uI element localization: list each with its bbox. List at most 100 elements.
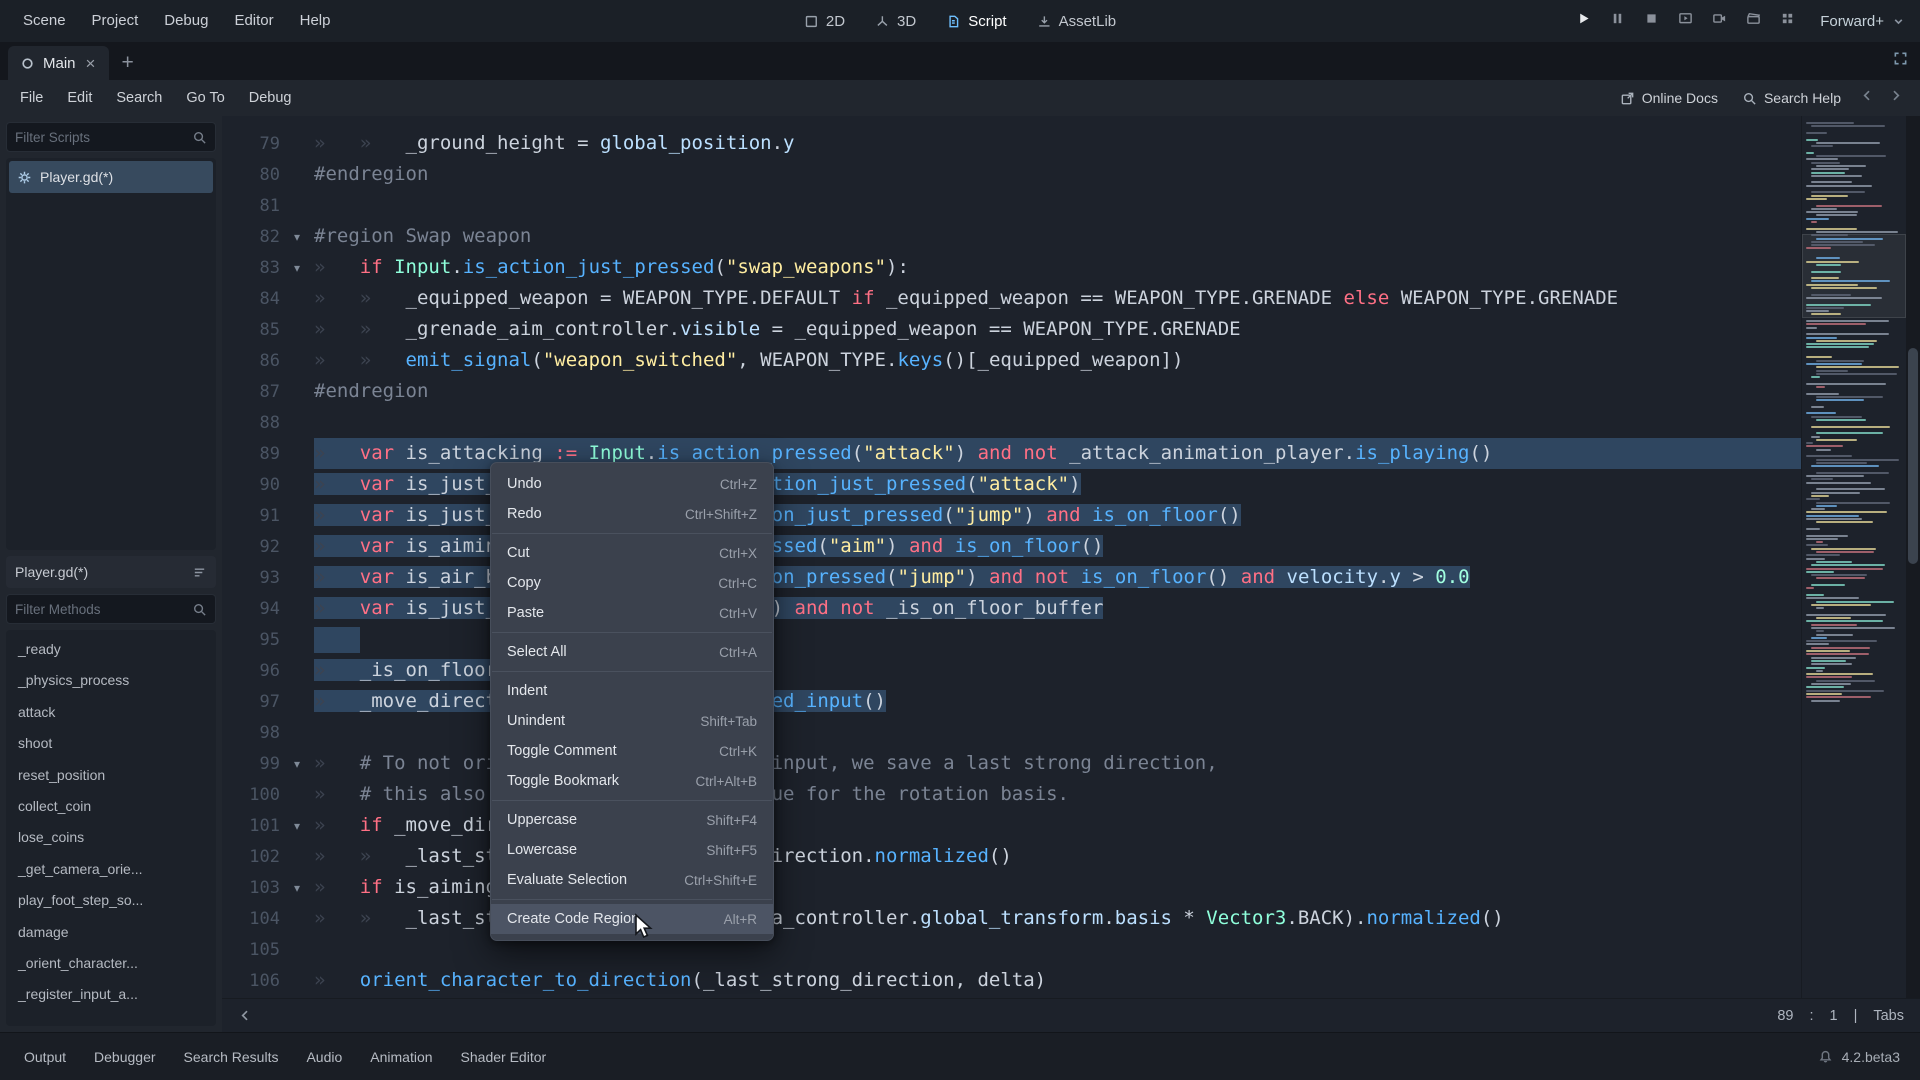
notification-bell-icon[interactable] bbox=[1818, 1049, 1833, 1064]
code-line[interactable]: 79» » _ground_height = global_position.y bbox=[222, 128, 1920, 159]
filter-methods-input[interactable] bbox=[15, 602, 186, 617]
code-line[interactable]: 87#endregion bbox=[222, 376, 1920, 407]
fold-arrow[interactable]: ▾ bbox=[280, 819, 314, 833]
bottom-tab-search-results[interactable]: Search Results bbox=[170, 1033, 293, 1080]
menu-debug[interactable]: Debug bbox=[151, 0, 221, 42]
menu-editor[interactable]: Editor bbox=[221, 0, 286, 42]
workspace-script[interactable]: Script bbox=[934, 0, 1018, 42]
vertical-scrollbar[interactable] bbox=[1906, 116, 1920, 998]
history-forward-button[interactable] bbox=[1882, 84, 1908, 112]
code-line[interactable]: 80#endregion bbox=[222, 159, 1920, 190]
stop-button[interactable] bbox=[1636, 6, 1666, 36]
code-line[interactable]: 105 bbox=[222, 934, 1920, 965]
fold-arrow[interactable]: ▾ bbox=[280, 881, 314, 895]
code-line[interactable]: 88 bbox=[222, 407, 1920, 438]
sort-methods-icon[interactable] bbox=[192, 565, 207, 580]
code-line[interactable]: 98 bbox=[222, 717, 1920, 748]
code-line[interactable]: 81 bbox=[222, 190, 1920, 221]
code-line[interactable]: 90» var is_just_attacking := Input.is_ac… bbox=[222, 469, 1920, 500]
scrollbar-handle[interactable] bbox=[1908, 348, 1918, 564]
menu-file[interactable]: File bbox=[8, 80, 55, 116]
pause-button[interactable] bbox=[1602, 6, 1632, 36]
method-item--register-input-a-[interactable]: _register_input_a... bbox=[8, 979, 214, 1010]
code-line[interactable]: 83▾» if Input.is_action_just_pressed("sw… bbox=[222, 252, 1920, 283]
context-item-lowercase[interactable]: LowercaseShift+F5 bbox=[491, 835, 773, 865]
context-item-indent[interactable]: Indent bbox=[491, 676, 773, 706]
context-item-redo[interactable]: RedoCtrl+Shift+Z bbox=[491, 499, 773, 529]
method-item-reset-position[interactable]: reset_position bbox=[8, 760, 214, 791]
menu-go-to[interactable]: Go To bbox=[174, 80, 236, 116]
menu-debug[interactable]: Debug bbox=[237, 80, 304, 116]
remote-debug-button[interactable] bbox=[1772, 6, 1802, 36]
context-item-toggle-comment[interactable]: Toggle CommentCtrl+K bbox=[491, 736, 773, 766]
context-item-unindent[interactable]: UnindentShift+Tab bbox=[491, 706, 773, 736]
code-line[interactable]: 86» » emit_signal("weapon_switched", WEA… bbox=[222, 345, 1920, 376]
context-item-copy[interactable]: CopyCtrl+C bbox=[491, 568, 773, 598]
chevron-left-icon[interactable] bbox=[238, 1008, 253, 1023]
menu-project[interactable]: Project bbox=[79, 0, 152, 42]
code-line[interactable]: 103▾» if is_aiming: bbox=[222, 872, 1920, 903]
fold-arrow[interactable]: ▾ bbox=[280, 757, 314, 771]
method-item--ready[interactable]: _ready bbox=[8, 634, 214, 665]
filter-scripts-box[interactable] bbox=[6, 122, 216, 152]
history-back-button[interactable] bbox=[1854, 84, 1880, 112]
code-line[interactable]: 106» orient_character_to_direction(_last… bbox=[222, 965, 1920, 996]
code-line[interactable]: 95 bbox=[222, 624, 1920, 655]
method-item-collect-coin[interactable]: collect_coin bbox=[8, 791, 214, 822]
expand-icon[interactable] bbox=[1893, 51, 1908, 71]
close-icon[interactable]: × bbox=[84, 55, 98, 72]
code-line[interactable]: 84» » _equipped_weapon = WEAPON_TYPE.DEF… bbox=[222, 283, 1920, 314]
context-item-toggle-bookmark[interactable]: Toggle BookmarkCtrl+Alt+B bbox=[491, 766, 773, 796]
code-line[interactable]: 99▾» # To not orient quickly to the last… bbox=[222, 748, 1920, 779]
context-item-paste[interactable]: PasteCtrl+V bbox=[491, 598, 773, 628]
method-item-damage[interactable]: damage bbox=[8, 917, 214, 948]
code-line[interactable]: 94» var is_just_on_floor := is_on_floor(… bbox=[222, 593, 1920, 624]
online-docs-button[interactable]: Online Docs bbox=[1609, 83, 1729, 113]
play-button[interactable] bbox=[1568, 6, 1598, 36]
method-item-lose-coins[interactable]: lose_coins bbox=[8, 822, 214, 853]
fold-arrow[interactable]: ▾ bbox=[280, 230, 314, 244]
code-line[interactable]: 92» var is_aiming := Input.is_action_pre… bbox=[222, 531, 1920, 562]
status-indent-mode[interactable]: Tabs bbox=[1873, 1008, 1904, 1024]
menu-search[interactable]: Search bbox=[104, 80, 174, 116]
context-item-uppercase[interactable]: UppercaseShift+F4 bbox=[491, 805, 773, 835]
play-scene-button[interactable] bbox=[1670, 6, 1700, 36]
menu-edit[interactable]: Edit bbox=[55, 80, 104, 116]
bottom-tab-shader-editor[interactable]: Shader Editor bbox=[447, 1033, 561, 1080]
code-line[interactable]: 101▾» if _move_direction.length() > 0.2: bbox=[222, 810, 1920, 841]
search-help-button[interactable]: Search Help bbox=[1731, 83, 1852, 113]
method-item--orient-character-[interactable]: _orient_character... bbox=[8, 948, 214, 979]
context-item-undo[interactable]: UndoCtrl+Z bbox=[491, 469, 773, 499]
code-line[interactable]: 91» var is_just_jumping := Input.is_acti… bbox=[222, 500, 1920, 531]
code-line[interactable]: 97» _move_direction = _get_camera_orient… bbox=[222, 686, 1920, 717]
context-item-cut[interactable]: CutCtrl+X bbox=[491, 538, 773, 568]
workspace-3d[interactable]: 3D bbox=[863, 0, 928, 42]
movie-maker-button[interactable] bbox=[1738, 6, 1768, 36]
method-item--get-camera-orie-[interactable]: _get_camera_orie... bbox=[8, 854, 214, 885]
script-item-player-gd-[interactable]: Player.gd(*) bbox=[9, 161, 213, 193]
filter-scripts-input[interactable] bbox=[15, 130, 186, 145]
current-script-row[interactable]: Player.gd(*) bbox=[6, 556, 216, 588]
minimap[interactable] bbox=[1801, 116, 1906, 998]
method-item-play-foot-step-so-[interactable]: play_foot_step_so... bbox=[8, 885, 214, 916]
bottom-tab-audio[interactable]: Audio bbox=[292, 1033, 356, 1080]
code-line[interactable]: 104» » _last_strong_direction = (_camera… bbox=[222, 903, 1920, 934]
menu-help[interactable]: Help bbox=[287, 0, 344, 42]
code-line[interactable]: 96» _is_on_floor_buffer = is_on_floor() bbox=[222, 655, 1920, 686]
code-line[interactable]: 85» » _grenade_aim_controller.visible = … bbox=[222, 314, 1920, 345]
method-item-attack[interactable]: attack bbox=[8, 697, 214, 728]
method-item--physics-process[interactable]: _physics_process bbox=[8, 665, 214, 696]
bottom-tab-output[interactable]: Output bbox=[10, 1033, 80, 1080]
code-line[interactable]: 89» var is_attacking := Input.is_action_… bbox=[222, 438, 1920, 469]
code-line[interactable]: 82▾#region Swap weapon bbox=[222, 221, 1920, 252]
method-item-shoot[interactable]: shoot bbox=[8, 728, 214, 759]
bottom-tab-debugger[interactable]: Debugger bbox=[80, 1033, 170, 1080]
context-item-select-all[interactable]: Select AllCtrl+A bbox=[491, 637, 773, 667]
code-line[interactable]: 93» var is_air_boosting := Input.is_acti… bbox=[222, 562, 1920, 593]
play-custom-scene-button[interactable] bbox=[1704, 6, 1734, 36]
filter-methods-box[interactable] bbox=[6, 594, 216, 624]
code-line[interactable]: 102» » _last_strong_direction = _move_di… bbox=[222, 841, 1920, 872]
code-line[interactable]: 100» # this also ensures a normalized va… bbox=[222, 779, 1920, 810]
add-tab-button[interactable]: + bbox=[109, 46, 145, 80]
workspace-2d[interactable]: 2D bbox=[792, 0, 857, 42]
